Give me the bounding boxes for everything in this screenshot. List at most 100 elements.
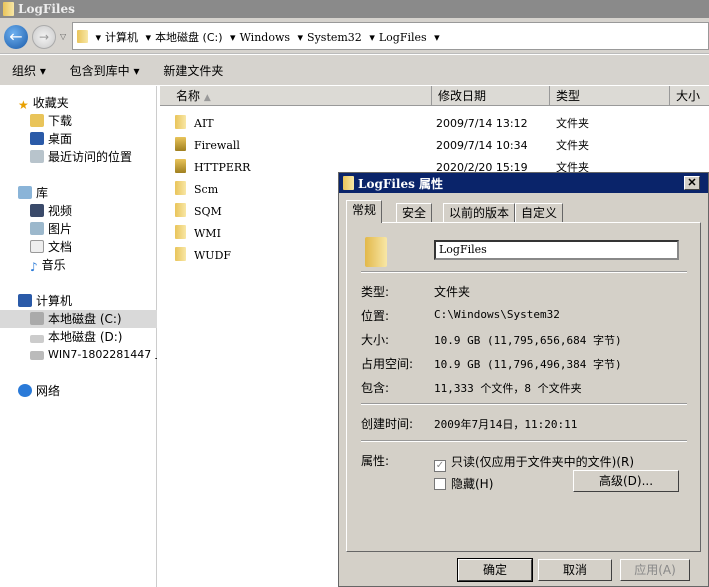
type-value: 文件夹 — [434, 285, 471, 299]
created-label: 创建时间: — [361, 417, 414, 431]
nav-drive-c[interactable]: 本地磁盘 (C:) — [0, 310, 157, 328]
network-icon — [18, 384, 32, 397]
hidden-checkbox[interactable]: 隐藏(H) — [434, 475, 493, 492]
checkbox-icon — [434, 478, 446, 490]
file-name: Scm — [194, 183, 219, 196]
folder-icon — [175, 225, 186, 239]
desktop-icon — [30, 132, 44, 145]
tab-general[interactable]: 常规 — [346, 200, 383, 223]
recent-places-icon — [30, 150, 44, 163]
folder-icon — [175, 203, 186, 217]
video-icon — [30, 204, 44, 217]
nav-pictures[interactable]: 图片 — [0, 220, 157, 238]
new-folder-button[interactable]: 新建文件夹 — [163, 64, 223, 78]
network-drive-icon — [30, 351, 44, 360]
file-type: 文件夹 — [556, 117, 589, 130]
document-icon — [30, 240, 44, 253]
properties-dialog: LogFiles 属性 ✕ 常规 安全 以前的版本 自定义 LogFiles 类型… — [338, 172, 709, 587]
nav-recent[interactable]: 最近访问的位置 — [0, 148, 157, 166]
window-title-bar: LogFiles — [0, 0, 709, 18]
column-size[interactable]: 大小 — [670, 86, 709, 106]
dialog-title: LogFiles 属性 — [358, 177, 444, 191]
file-name: HTTPERR — [194, 161, 251, 174]
location-value: C:\Windows\System32 — [434, 308, 560, 321]
pictures-icon — [30, 222, 44, 235]
size-label: 大小: — [361, 333, 390, 347]
disk-size-label: 占用空间: — [361, 357, 414, 371]
contains-value: 11,333 个文件，8 个文件夹 — [434, 382, 582, 395]
file-name: SQM — [194, 205, 222, 218]
column-modified[interactable]: 修改日期 — [432, 86, 550, 106]
general-panel: LogFiles 类型: 文件夹 位置: C:\Windows\System32 大… — [346, 222, 701, 552]
drive-icon — [30, 335, 44, 343]
history-dropdown-icon[interactable]: ▽ — [60, 32, 66, 41]
cancel-button[interactable]: 取消 — [538, 559, 612, 581]
size-value: 10.9 GB (11,795,656,684 字节) — [434, 334, 622, 347]
file-row[interactable]: Firewall 2009/7/14 10:34 文件夹 — [175, 136, 589, 156]
organize-button[interactable]: 组织 ▾ — [12, 64, 46, 78]
nav-network[interactable]: 网络 — [0, 382, 157, 400]
nav-videos[interactable]: 视频 — [0, 202, 157, 220]
breadcrumb-item[interactable]: 计算机 — [105, 31, 138, 44]
nav-network-drive[interactable]: WIN7-1802281447 上 — [0, 346, 157, 364]
back-button[interactable]: ← — [4, 25, 28, 49]
tab-customize[interactable]: 自定义 — [515, 203, 564, 222]
breadcrumb-item[interactable]: LogFiles — [379, 31, 427, 44]
folder-icon — [175, 181, 186, 195]
file-name: AIT — [194, 117, 214, 130]
nav-computer[interactable]: 计算机 — [0, 292, 157, 310]
tab-previous-versions[interactable]: 以前的版本 — [443, 203, 516, 222]
breadcrumb-item[interactable]: Windows — [240, 31, 290, 44]
library-icon — [18, 186, 32, 199]
nav-libraries[interactable]: 库 — [0, 184, 157, 202]
star-icon: ★ — [18, 98, 29, 112]
folder-name-input[interactable]: LogFiles — [434, 240, 679, 260]
column-name[interactable]: 名称 ▲ — [160, 86, 432, 106]
file-row[interactable]: Scm — [175, 180, 218, 200]
contains-label: 包含: — [361, 381, 390, 395]
downloads-icon — [30, 114, 44, 127]
apply-button[interactable]: 应用(A) — [620, 559, 690, 581]
music-icon: ♪ — [30, 260, 38, 274]
nav-documents[interactable]: 文档 — [0, 238, 157, 256]
window-title: LogFiles — [18, 2, 75, 16]
checkbox-checked-icon: ✓ — [434, 460, 446, 472]
folder-large-icon — [365, 237, 387, 267]
address-input[interactable]: ▾ 计算机 ▾ 本地磁盘 (C:) ▾ Windows ▾ System32 ▾ LogF… — [72, 22, 709, 50]
nav-music[interactable]: ♪ 音乐 — [0, 256, 157, 274]
command-bar: 组织 ▾ 包含到库中 ▾ 新建文件夹 — [0, 55, 709, 85]
breadcrumb-item[interactable]: 本地磁盘 (C:) — [155, 31, 222, 44]
nav-downloads[interactable]: 下载 — [0, 112, 157, 130]
nav-favorites[interactable]: ★ 收藏夹 — [0, 94, 157, 112]
breadcrumb-item[interactable]: System32 — [307, 31, 362, 44]
nav-drive-d[interactable]: 本地磁盘 (D:) — [0, 328, 157, 346]
file-row[interactable]: AIT 2009/7/14 13:12 文件夹 — [175, 114, 589, 134]
folder-icon — [343, 176, 354, 190]
file-name: WUDF — [194, 249, 232, 262]
file-name: Firewall — [194, 139, 240, 152]
ok-button[interactable]: 确定 — [457, 558, 533, 582]
file-type: 文件夹 — [556, 139, 589, 152]
created-value: 2009年7月14日，11:20:11 — [434, 418, 578, 431]
column-header: 名称 ▲ 修改日期 类型 大小 — [160, 86, 709, 106]
system-drive-icon — [30, 312, 44, 325]
column-type[interactable]: 类型 — [550, 86, 670, 106]
close-button[interactable]: ✕ — [684, 176, 700, 190]
tab-security[interactable]: 安全 — [396, 203, 433, 222]
file-row[interactable]: WMI — [175, 224, 221, 244]
file-row[interactable]: HTTPERR 2020/2/20 15:19 文件夹 — [175, 158, 589, 178]
folder-icon — [77, 30, 88, 43]
folder-icon — [3, 2, 14, 16]
locked-folder-icon — [175, 159, 186, 173]
file-modified: 2009/7/14 13:12 — [436, 117, 528, 130]
folder-icon — [175, 115, 186, 129]
file-row[interactable]: WUDF — [175, 246, 231, 266]
nav-desktop[interactable]: 桌面 — [0, 130, 157, 148]
file-name: WMI — [194, 227, 221, 240]
include-in-library-button[interactable]: 包含到库中 ▾ — [70, 64, 140, 78]
advanced-button[interactable]: 高级(D)... — [573, 470, 679, 492]
disk-size-value: 10.9 GB (11,796,496,384 字节) — [434, 358, 622, 371]
file-modified: 2009/7/14 10:34 — [436, 139, 528, 152]
file-row[interactable]: SQM — [175, 202, 222, 222]
forward-button[interactable]: → — [32, 25, 56, 49]
